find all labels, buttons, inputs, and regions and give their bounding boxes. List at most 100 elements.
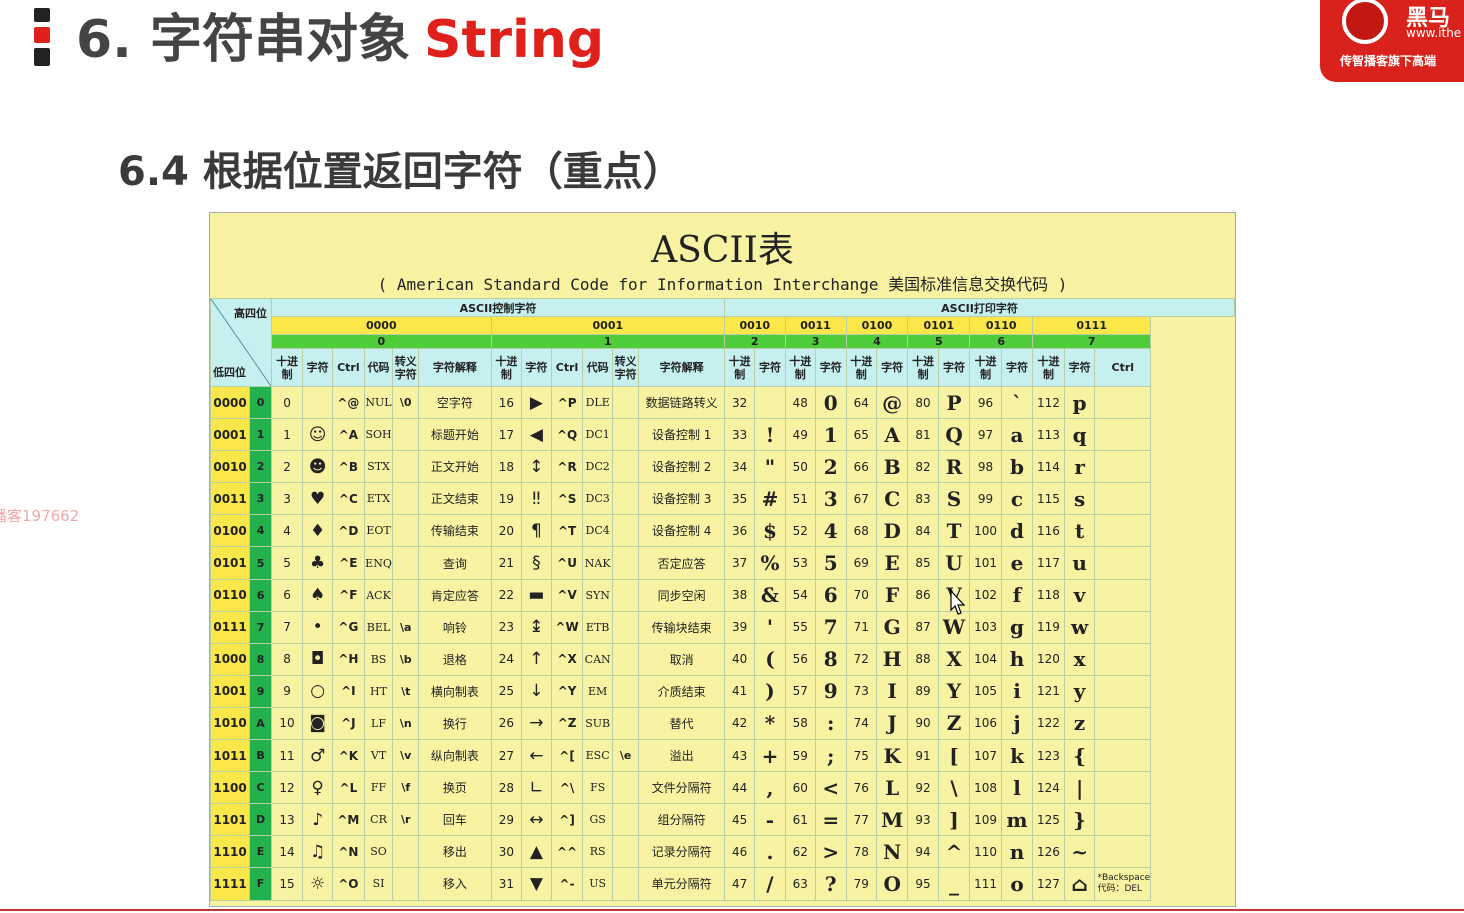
low-bits-cell: 0110 (210, 578, 251, 612)
col-header-chr: 字符 (302, 348, 334, 387)
high-bits-0010: 0010 (724, 316, 786, 335)
decimal-cell: 40 (723, 642, 756, 676)
symbol-cell: ◀ (521, 418, 552, 452)
symbol-cell: ↔ (521, 803, 552, 837)
escape-cell: \a (392, 610, 420, 644)
decimal-cell: 68 (845, 514, 877, 548)
ctrl-empty-cell (1094, 642, 1152, 676)
code-cell: DLE (582, 385, 613, 420)
decimal-cell: 43 (723, 739, 756, 773)
character-cell: 1 (814, 418, 847, 452)
brand-logo: 黑马 www.ithe 传智播客旗下高端 (1320, 0, 1464, 82)
escape-cell (611, 418, 640, 452)
ctrl-key-cell: ^N (332, 835, 365, 869)
escape-cell (392, 867, 420, 901)
decimal-cell: 87 (907, 610, 939, 644)
decimal-cell: 42 (723, 706, 756, 741)
decimal-cell: 105 (969, 674, 1002, 708)
ctrl-key-cell: ^V (550, 578, 584, 612)
low-bits-cell: 0101 (210, 546, 251, 580)
table-row: 1000 8 8 ◘ ^H BS \b 退格 24 ↑ ^X CAN 取消 40(56 8 72 H 88 X 104… (210, 642, 1235, 676)
decimal-cell: 113 (1032, 418, 1065, 452)
character-cell: k (1000, 739, 1034, 773)
symbol-cell: ¶ (521, 514, 552, 548)
character-cell: . (754, 835, 786, 869)
symbol-cell: ↓ (521, 674, 552, 708)
decimal-cell: 31 (490, 867, 523, 901)
decimal-cell: 125 (1032, 803, 1065, 837)
decimal-cell: 22 (490, 578, 523, 612)
escape-cell (392, 835, 420, 869)
character-cell: 4 (814, 514, 847, 548)
high-hex-4: 4 (845, 334, 909, 349)
decimal-cell: 98 (969, 450, 1002, 484)
low-hex-cell: A (249, 706, 272, 741)
escape-cell (611, 771, 640, 805)
decimal-cell: 32 (723, 385, 756, 420)
decimal-cell: 60 (784, 771, 816, 805)
low-bits-cell: 1101 (210, 803, 251, 837)
code-cell: BEL (363, 610, 394, 644)
decimal-cell: 97 (969, 418, 1002, 452)
decimal-cell: 54 (784, 578, 816, 612)
decimal-cell: 64 (845, 385, 877, 420)
decimal-cell: 81 (907, 418, 939, 452)
high-bits-0000: 0000 (270, 316, 492, 335)
ctrl-key-cell: ^J (332, 706, 365, 741)
character-cell: J (875, 706, 909, 741)
high-bits-0100: 0100 (845, 316, 909, 335)
code-cell: SUB (582, 706, 613, 741)
description-cell: 文件分隔符 (638, 771, 725, 805)
ctrl-key-cell: ^S (550, 482, 584, 516)
ctrl-key-cell: ^\ (550, 771, 584, 805)
low-bits-cell: 1100 (210, 771, 251, 805)
symbol-cell: ♀ (302, 771, 334, 805)
character-cell: 2 (814, 450, 847, 484)
decimal-cell: 20 (490, 514, 523, 548)
code-cell: GS (582, 803, 613, 837)
escape-cell (611, 546, 640, 580)
decimal-cell: 93 (907, 803, 939, 837)
decimal-cell: 112 (1032, 385, 1065, 420)
high-hex-5: 5 (907, 334, 971, 349)
character-cell: x (1063, 642, 1096, 676)
description-cell: 回车 (418, 803, 492, 837)
decimal-cell: 108 (969, 771, 1002, 805)
symbol-cell: ♠ (302, 578, 334, 612)
col-header-chr: 字符 (521, 348, 552, 387)
decimal-cell: 115 (1032, 482, 1065, 516)
decimal-cell: 19 (490, 482, 523, 516)
decimal-cell: 86 (907, 578, 939, 612)
character-cell: h (1000, 642, 1034, 676)
decimal-cell: 127 (1032, 867, 1065, 901)
decimal-cell: 34 (723, 450, 756, 484)
escape-cell (611, 514, 640, 548)
col-header-esc: 转义字符 (392, 348, 420, 387)
character-cell: 0 (814, 385, 847, 420)
character-cell: t (1063, 514, 1096, 548)
code-cell: EM (582, 674, 613, 708)
description-cell: 设备控制 2 (638, 450, 725, 484)
col-header-dec: 十进制 (723, 348, 756, 387)
description-cell: 换页 (418, 771, 492, 805)
decimal-cell: 110 (969, 835, 1002, 869)
code-cell: CAN (582, 642, 613, 676)
ctrl-empty-cell (1094, 706, 1152, 741)
low-hex-cell: 8 (249, 642, 272, 676)
escape-cell (392, 546, 420, 580)
character-cell: = (814, 803, 847, 837)
decimal-cell: 49 (784, 418, 816, 452)
decimal-cell: 6 (270, 578, 304, 612)
character-cell: K (875, 739, 909, 773)
character-cell: f (1000, 578, 1034, 612)
description-cell: 正文开始 (418, 450, 492, 484)
table-row: 1110 E 14 ♫ ^N SO 移出 30 ▲ ^^ RS 记录分隔符 46. 62 >78 N 94 ^ 11… (210, 835, 1235, 869)
symbol-cell: → (521, 706, 552, 741)
character-cell: s (1063, 482, 1096, 516)
decimal-cell: 124 (1032, 771, 1065, 805)
decimal-cell: 24 (490, 642, 523, 676)
code-cell: DC4 (582, 514, 613, 548)
symbol-cell: ♫ (302, 835, 334, 869)
character-cell: N (875, 835, 909, 869)
table-row: 1001 9 9 ○ ^I HT \t 横向制表 25 ↓ ^Y EM 介质结束 41) 57 9 73 I 89 Y… (210, 674, 1235, 708)
